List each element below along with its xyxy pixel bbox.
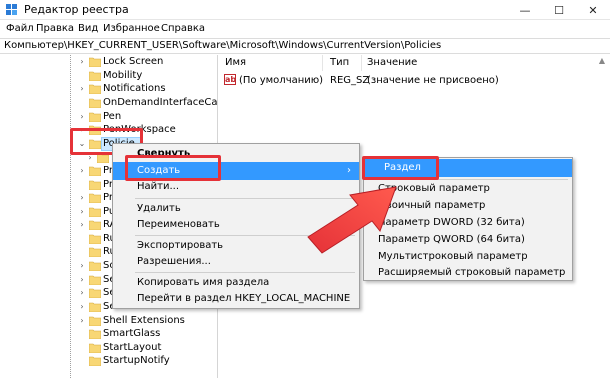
tree-item-label: Lock Screen	[103, 56, 164, 67]
tree-item-label: StartupNotify	[103, 355, 170, 366]
column-separator	[322, 55, 323, 71]
chevron-right-icon[interactable]: ›	[77, 261, 87, 271]
value-type: REG_SZ	[330, 75, 370, 86]
address-path: Компьютер\HKEY_CURRENT_USER\Software\Mic…	[4, 40, 442, 51]
folder-icon	[89, 71, 101, 81]
value-data: (значение не присвоено)	[367, 75, 499, 86]
tree-item-label: StartLayout	[103, 342, 162, 353]
folder-icon	[89, 220, 101, 230]
chevron-right-icon[interactable]	[77, 234, 87, 244]
folder-icon	[89, 288, 101, 298]
tree-item[interactable]: StartupNotify	[0, 355, 217, 369]
chevron-right-icon[interactable]: ›	[77, 57, 87, 67]
tree-item[interactable]: OnDemandInterfaceCach	[0, 97, 218, 111]
minimize-icon: —	[519, 3, 531, 17]
tree-item[interactable]: Mobility	[0, 70, 217, 84]
tree-item-label: Mobility	[103, 70, 143, 81]
folder-icon	[89, 316, 101, 326]
folder-icon	[89, 302, 101, 312]
chevron-right-icon[interactable]: ›	[77, 220, 87, 230]
folder-icon	[89, 329, 101, 339]
folder-icon	[89, 356, 101, 366]
minimize-button[interactable]: —	[508, 0, 542, 20]
folder-icon	[89, 112, 101, 122]
chevron-right-icon[interactable]: ›	[77, 166, 87, 176]
maximize-button[interactable]: ☐	[542, 0, 576, 20]
chevron-right-icon[interactable]: ›	[77, 84, 87, 94]
submenu-expandable-string-value[interactable]: Расширяемый строковый параметр	[364, 264, 572, 282]
tree-item-label: Notifications	[103, 83, 166, 94]
tree-item[interactable]: › Pen	[0, 111, 217, 125]
menu-help[interactable]: Справка	[161, 23, 205, 34]
folder-icon	[89, 180, 101, 190]
folder-icon	[89, 207, 101, 217]
folder-icon	[89, 84, 101, 94]
folder-icon	[89, 193, 101, 203]
chevron-right-icon[interactable]	[77, 356, 87, 366]
tree-item-label: Pen	[103, 111, 122, 122]
tree-item-label: Shell Extensions	[103, 315, 185, 326]
chevron-right-icon[interactable]: ›	[77, 112, 87, 122]
folder-icon	[89, 234, 101, 244]
chevron-right-icon[interactable]: ›	[77, 288, 87, 298]
chevron-right-icon[interactable]: ›	[77, 316, 87, 326]
chevron-right-icon[interactable]	[77, 247, 87, 257]
menu-go-to-hklm[interactable]: Перейти в раздел HKEY_LOCAL_MACHINE	[113, 290, 359, 308]
tree-item[interactable]: StartLayout	[0, 342, 217, 356]
value-name: (По умолчанию)	[239, 75, 324, 86]
chevron-right-icon[interactable]	[77, 71, 87, 81]
chevron-right-icon[interactable]	[77, 180, 87, 190]
chevron-right-icon[interactable]	[77, 98, 87, 108]
folder-icon	[89, 98, 101, 108]
chevron-right-icon[interactable]	[77, 329, 87, 339]
tree-item[interactable]: SmartGlass	[0, 328, 217, 342]
chevron-right-icon[interactable]: ›	[77, 193, 87, 203]
maximize-icon: ☐	[554, 3, 564, 17]
annotation-arrow-icon	[307, 186, 397, 254]
tree-item-label: SmartGlass	[103, 328, 161, 339]
tree-item[interactable]: › Lock Screen	[0, 56, 217, 70]
column-separator	[361, 55, 362, 71]
menu-favorites[interactable]: Избранное	[103, 23, 160, 34]
menu-separator	[135, 272, 355, 273]
folder-icon	[89, 166, 101, 176]
folder-icon	[89, 275, 101, 285]
column-value-header[interactable]: Значение	[367, 57, 417, 68]
create-annotation-box	[125, 155, 221, 181]
title-bar: Редактор реестра — ☐ ✕	[0, 0, 610, 20]
tree-item[interactable]: › Shell Extensions	[0, 315, 217, 329]
chevron-right-icon[interactable]	[77, 343, 87, 353]
chevron-right-icon[interactable]: ›	[77, 207, 87, 217]
tree-item[interactable]: › Notifications	[0, 83, 217, 97]
folder-icon	[89, 57, 101, 67]
address-bar[interactable]: Компьютер\HKEY_CURRENT_USER\Software\Mic…	[0, 38, 610, 54]
scroll-up-icon[interactable]: ▲	[596, 55, 608, 67]
menu-edit[interactable]: Правка	[36, 23, 74, 34]
column-type-header[interactable]: Тип	[330, 57, 349, 68]
menu-view[interactable]: Вид	[78, 23, 98, 34]
window-title: Редактор реестра	[24, 3, 129, 16]
chevron-right-icon[interactable]: ›	[77, 302, 87, 312]
menu-file[interactable]: Файл	[6, 23, 34, 34]
close-button[interactable]: ✕	[576, 0, 610, 20]
menu-bar: Файл Правка Вид Избранное Справка	[0, 21, 610, 38]
folder-icon	[89, 247, 101, 257]
string-value-icon: ab	[224, 74, 237, 85]
chevron-right-icon[interactable]: ›	[77, 275, 87, 285]
column-name-header[interactable]: Имя	[225, 57, 246, 68]
tree-item-label: OnDemandInterfaceCach	[103, 97, 218, 108]
registry-editor-icon	[6, 4, 17, 15]
close-icon: ✕	[588, 3, 598, 17]
folder-icon	[89, 343, 101, 353]
folder-icon	[89, 261, 101, 271]
